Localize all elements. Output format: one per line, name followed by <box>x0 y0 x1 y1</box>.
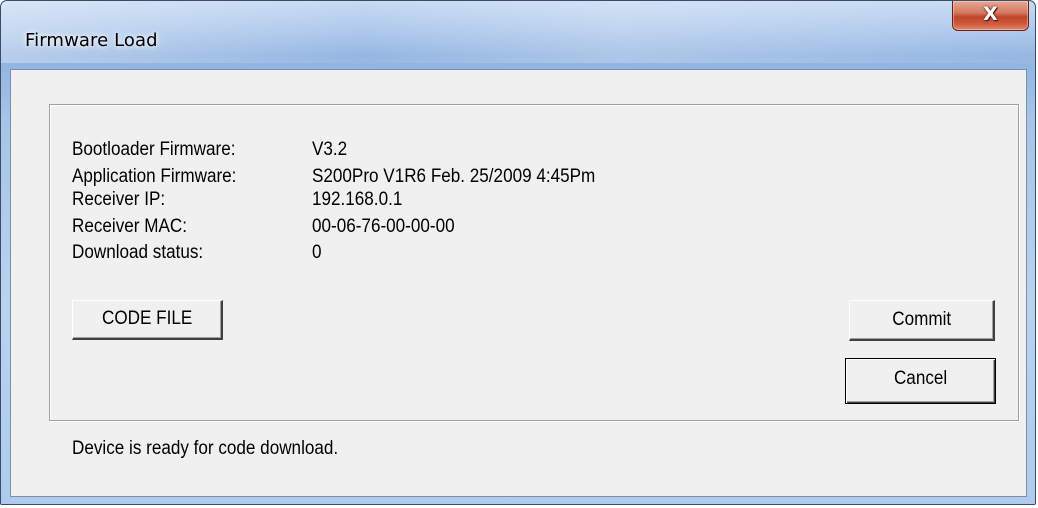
receiver-mac-label: Receiver MAC: <box>72 216 187 237</box>
window-title: Firmware Load <box>25 30 158 51</box>
receiver-ip-label: Receiver IP: <box>72 189 166 210</box>
receiver-mac-value: 00-06-76-00-00-00 <box>312 216 455 237</box>
cancel-button[interactable]: Cancel <box>845 358 996 404</box>
commit-button-label: Commit <box>892 309 951 330</box>
cancel-button-label: Cancel <box>893 368 948 389</box>
download-status-label: Download status: <box>72 242 204 263</box>
status-message: Device is ready for code download. <box>72 438 339 459</box>
commit-button[interactable]: Commit <box>849 300 995 341</box>
application-firmware-value: S200Pro V1R6 Feb. 25/2009 4:45Pm <box>312 166 596 187</box>
receiver-ip-value: 192.168.0.1 <box>312 189 403 210</box>
close-icon: X <box>983 3 998 25</box>
close-button[interactable]: X <box>952 1 1029 31</box>
code-file-button-label: CODE FILE <box>101 308 193 329</box>
code-file-button[interactable]: CODE FILE <box>72 300 223 340</box>
application-firmware-label: Application Firmware: <box>72 166 237 187</box>
firmware-load-dialog: Firmware Load X Bootloader Firmware: V3.… <box>0 0 1036 505</box>
download-status-value: 0 <box>312 242 322 263</box>
dialog-client-area: Bootloader Firmware: V3.2 Application Fi… <box>10 69 1027 497</box>
bootloader-firmware-value: V3.2 <box>312 139 348 160</box>
bootloader-firmware-label: Bootloader Firmware: <box>72 139 236 160</box>
title-bar[interactable]: Firmware Load X <box>1 1 1035 69</box>
